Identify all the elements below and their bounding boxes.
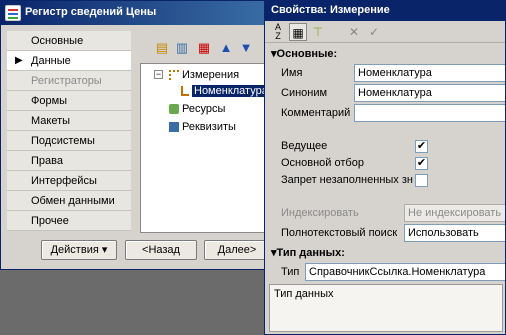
- resources-icon: [169, 104, 179, 115]
- synonym-field[interactable]: Номенклатура: [354, 84, 505, 102]
- dimensions-icon: [169, 70, 179, 81]
- register-icon: [5, 5, 21, 21]
- index-label: Индексировать: [281, 207, 359, 219]
- nav-item-registrators: Регистраторы: [7, 71, 131, 91]
- register-title: Регистр сведений Цены: [25, 6, 157, 18]
- cancel-icon[interactable]: ✕: [345, 23, 363, 41]
- nav-item-interfaces[interactable]: Интерфейсы: [7, 171, 131, 191]
- nav-item-forms[interactable]: Формы: [7, 91, 131, 111]
- synonym-label: Синоним: [281, 87, 328, 99]
- fulltext-select[interactable]: Использовать: [404, 224, 505, 242]
- move-up-icon[interactable]: ▲: [217, 39, 235, 57]
- dimension-item-icon: [181, 86, 189, 97]
- section-main[interactable]: ▾Основные:: [271, 47, 337, 60]
- nav-label: Основные: [31, 35, 84, 47]
- nav-item-other[interactable]: Прочее: [7, 211, 131, 231]
- nav-item-main[interactable]: Основные: [7, 31, 131, 51]
- comment-field[interactable]: [354, 104, 505, 122]
- deny-unfilled-checkbox[interactable]: [415, 174, 428, 187]
- collapse-toggle-icon[interactable]: −: [154, 70, 163, 79]
- next-button[interactable]: Далее>: [204, 240, 270, 260]
- nav-label: Права: [31, 155, 63, 167]
- name-field[interactable]: Номенклатура: [354, 64, 505, 82]
- nav-label: Подсистемы: [31, 135, 95, 147]
- properties-window: Свойства: Измерение AZ ▦ ⊤ ✕ ✓ ▾Основные…: [264, 0, 506, 335]
- tree-item-attributes[interactable]: Реквизиты: [169, 119, 236, 135]
- active-marker-icon: ▶: [15, 55, 23, 66]
- move-down-icon[interactable]: ▼: [237, 39, 255, 57]
- index-select: Не индексировать: [404, 204, 505, 222]
- nav-item-data[interactable]: ▶ Данные: [7, 51, 131, 71]
- apply-icon[interactable]: ✓: [365, 23, 383, 41]
- tree-item-resources[interactable]: Ресурсы: [169, 101, 225, 117]
- categories-icon[interactable]: ▦: [289, 23, 307, 41]
- description-panel: Тип данных: [269, 284, 503, 332]
- nav-label: Формы: [31, 95, 68, 107]
- comment-label: Комментарий: [281, 107, 351, 119]
- delete-icon[interactable]: ▦: [195, 39, 213, 57]
- tree-item-nomenclature[interactable]: Номенклатура: [181, 83, 270, 99]
- nav-item-data-exchange[interactable]: Обмен данными: [7, 191, 131, 211]
- main-filter-label: Основной отбор: [281, 157, 364, 169]
- type-field[interactable]: СправочникСсылка.Номенклатура: [305, 263, 505, 281]
- properties-title: Свойства: Измерение: [271, 4, 390, 16]
- master-checkbox[interactable]: ✔: [415, 140, 428, 153]
- master-label: Ведущее: [281, 140, 328, 152]
- sort-az-icon[interactable]: AZ: [269, 23, 287, 41]
- nav-label: Регистраторы: [31, 75, 102, 87]
- add-child-icon[interactable]: ▥: [173, 39, 191, 57]
- dropdown-arrow-icon: ▾: [101, 244, 108, 256]
- nav-label: Прочее: [31, 215, 69, 227]
- register-window: Регистр сведений Цены Основные ▶ Данные Р…: [0, 0, 272, 270]
- properties-toolbar: AZ ▦ ⊤ ✕ ✓: [265, 21, 505, 43]
- section-data-type[interactable]: ▾Тип данных:: [271, 246, 345, 259]
- back-button[interactable]: <Назад: [125, 240, 197, 260]
- deny-unfilled-label: Запрет незаполненных зн: [281, 174, 413, 186]
- attributes-icon: [169, 122, 179, 133]
- nav-label: Обмен данными: [31, 195, 115, 207]
- type-label: Тип: [281, 266, 300, 278]
- tree-item-dimensions[interactable]: Измерения: [169, 67, 239, 83]
- register-body: Основные ▶ Данные Регистраторы Формы Маке…: [7, 29, 271, 233]
- nav-item-subsystems[interactable]: Подсистемы: [7, 131, 131, 151]
- add-item-icon[interactable]: ▤: [153, 39, 171, 57]
- register-title-bar[interactable]: Регистр сведений Цены: [1, 1, 271, 25]
- name-label: Имя: [281, 67, 303, 79]
- filter-icon[interactable]: ⊤: [309, 23, 327, 41]
- nav-label: Данные: [31, 55, 71, 67]
- structure-tree[interactable]: − Измерения Номенклатура Ресурсы Реквизи…: [140, 63, 271, 233]
- nav-label: Интерфейсы: [31, 175, 97, 187]
- actions-button[interactable]: Действия ▾: [41, 240, 117, 260]
- nav-item-templates[interactable]: Макеты: [7, 111, 131, 131]
- nav-item-rights[interactable]: Права: [7, 151, 131, 171]
- nav-label: Макеты: [31, 115, 71, 127]
- main-filter-checkbox[interactable]: ✔: [415, 157, 428, 170]
- description-text: Тип данных: [274, 288, 334, 300]
- fulltext-label: Полнотекстовый поиск: [281, 227, 398, 239]
- properties-title-bar[interactable]: Свойства: Измерение: [265, 1, 505, 21]
